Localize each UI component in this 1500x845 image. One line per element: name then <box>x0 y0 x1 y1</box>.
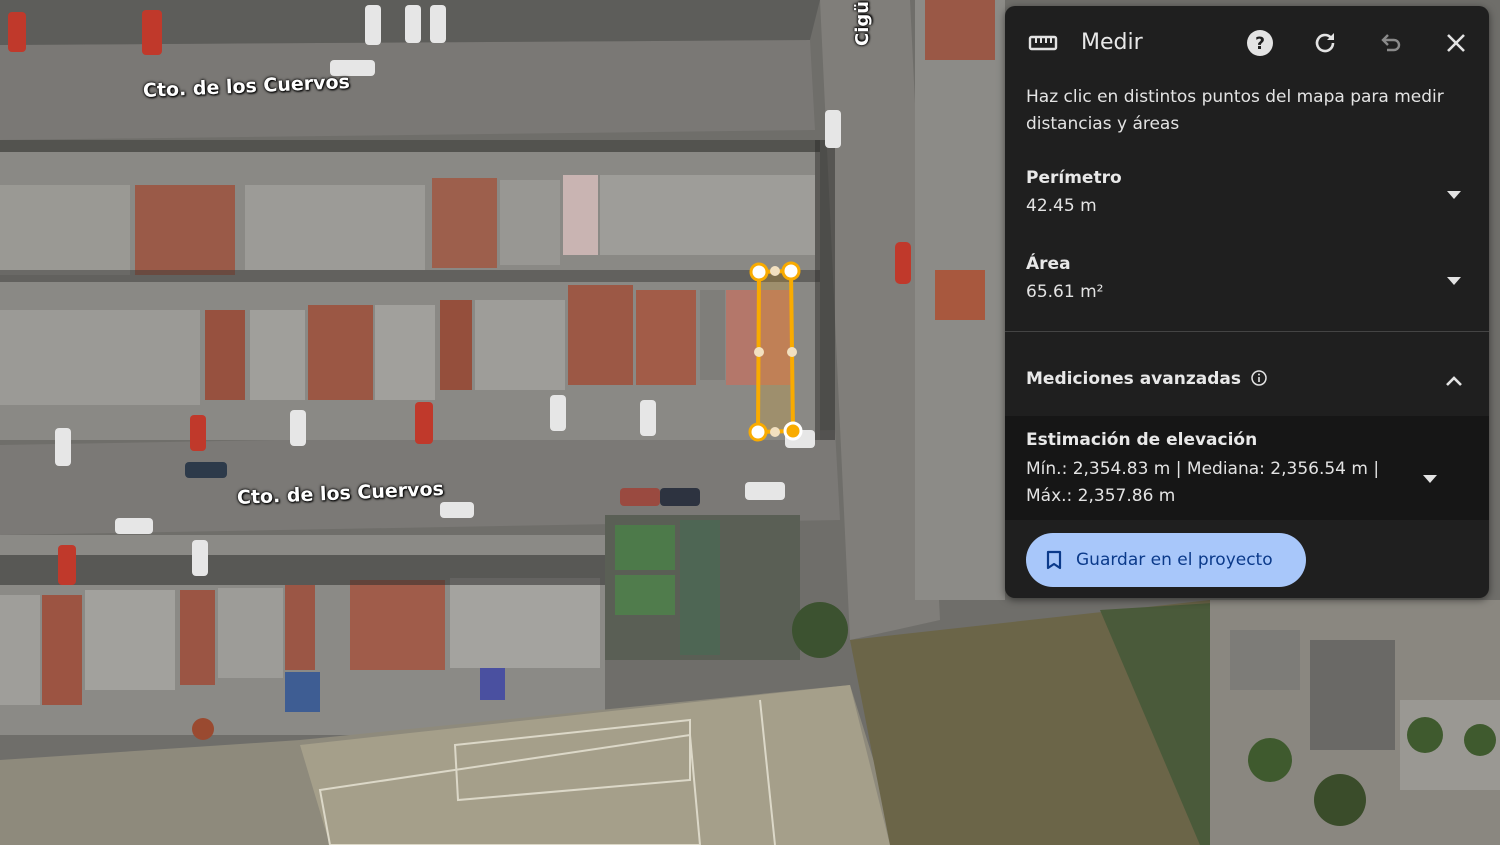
vertex-handle[interactable] <box>781 261 801 281</box>
vertex-handle[interactable] <box>748 422 768 442</box>
chevron-down-icon[interactable] <box>1442 274 1466 288</box>
close-icon <box>1447 34 1465 52</box>
area-label: Área <box>1026 254 1071 274</box>
road-top <box>0 40 815 140</box>
advanced-label: Mediciones avanzadas <box>1026 369 1241 389</box>
instructions-text: Haz clic en distintos puntos del mapa pa… <box>1026 87 1444 134</box>
chevron-down-icon[interactable] <box>1418 472 1442 486</box>
info-icon[interactable] <box>1251 370 1268 386</box>
help-button[interactable]: ? <box>1245 28 1275 58</box>
undo-icon <box>1381 34 1401 52</box>
panel-header: Medir ? <box>1005 6 1489 82</box>
refresh-button[interactable] <box>1310 28 1340 58</box>
bookmark-icon <box>1046 550 1062 570</box>
chevron-down-icon[interactable] <box>1442 188 1466 202</box>
elevation-label: Estimación de elevación <box>1026 430 1258 450</box>
elevation-section[interactable]: Estimación de elevación Mín.: 2,354.83 m… <box>1005 416 1489 520</box>
divider <box>1005 331 1489 332</box>
perimeter-label: Perímetro <box>1026 168 1122 188</box>
undo-button[interactable] <box>1376 28 1406 58</box>
chevron-up-icon[interactable] <box>1442 373 1466 389</box>
midpoint-handle[interactable] <box>754 347 764 357</box>
save-button-label: Guardar en el proyecto <box>1076 550 1273 570</box>
perimeter-section[interactable]: Perímetro 42.45 m <box>1026 168 1466 216</box>
advanced-measurements-toggle[interactable]: Mediciones avanzadas <box>1026 369 1466 399</box>
panel-title: Medir <box>1081 30 1143 55</box>
area-value: 65.61 m² <box>1026 282 1104 302</box>
street-label: Cigü <box>852 0 873 46</box>
midpoint-handle[interactable] <box>770 427 780 437</box>
save-to-project-button[interactable]: Guardar en el proyecto <box>1026 533 1306 587</box>
midpoint-handle[interactable] <box>787 347 797 357</box>
ruler-icon <box>1028 34 1058 57</box>
vertex-handle-active[interactable] <box>783 421 803 441</box>
svg-text:?: ? <box>1255 34 1265 54</box>
refresh-icon <box>1315 33 1335 53</box>
elevation-value: Mín.: 2,354.83 m | Mediana: 2,356.54 m |… <box>1026 459 1380 506</box>
measure-panel: Medir ? Haz clic en distintos puntos del… <box>1005 6 1489 598</box>
close-button[interactable] <box>1441 28 1471 58</box>
help-icon: ? <box>1247 30 1273 56</box>
perimeter-value: 42.45 m <box>1026 196 1097 216</box>
midpoint-handle[interactable] <box>770 266 780 276</box>
area-section[interactable]: Área 65.61 m² <box>1026 254 1466 302</box>
vertex-handle[interactable] <box>749 262 769 282</box>
